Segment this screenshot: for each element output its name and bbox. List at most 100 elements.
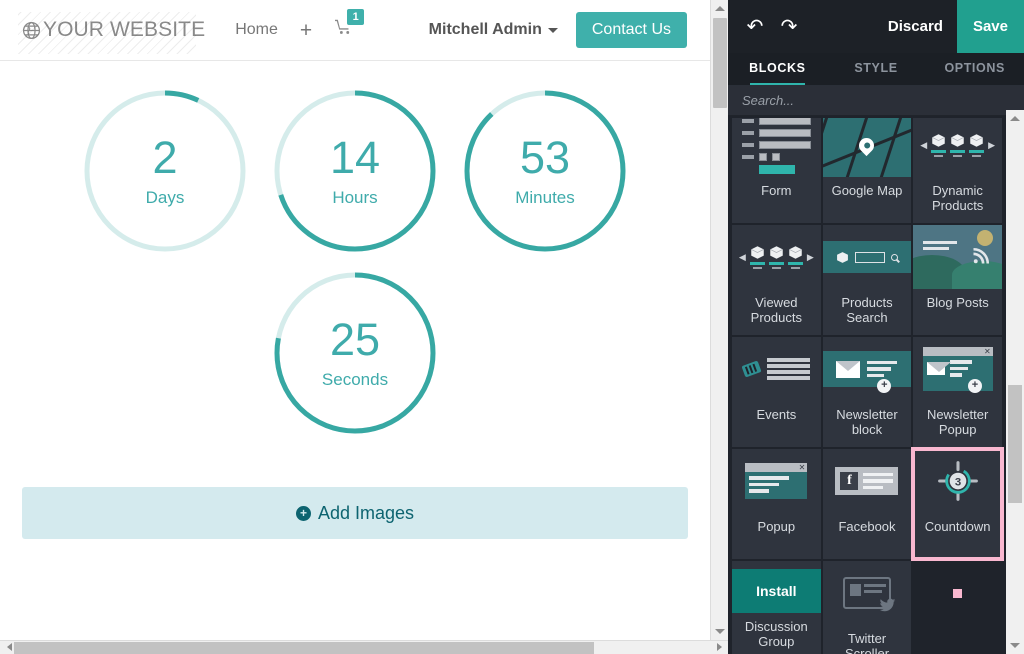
product-search-icon (822, 225, 912, 289)
scroll-right-arrow-icon[interactable] (710, 641, 728, 653)
block-label: Dynamic Products (932, 183, 984, 213)
redo-icon[interactable]: ↷ (772, 17, 806, 37)
countdown-hours-value: 14 (329, 131, 381, 183)
scroll-up-arrow-icon[interactable] (1006, 110, 1024, 127)
block-newsletter-popup[interactable]: ✕ + Newsletter Popup (913, 337, 1002, 447)
website-preview: YOUR WEBSITE Home + 1 Mitchell Admin Con… (0, 0, 710, 640)
tab-options[interactable]: OPTIONS (925, 53, 1024, 85)
countdown-target-icon: 3 (913, 449, 1002, 513)
editor-tabs: BLOCKS STYLE OPTIONS (728, 53, 1024, 86)
nav-right: Mitchell Admin Contact Us (429, 12, 687, 48)
block-countdown[interactable]: 3 Countdown (911, 447, 1004, 561)
preview-vertical-scroll-thumb[interactable] (713, 18, 727, 108)
undo-icon[interactable]: ↶ (738, 17, 772, 37)
site-brand[interactable]: YOUR WEBSITE (18, 12, 206, 54)
editor-vertical-scrollbar[interactable] (1006, 110, 1024, 654)
add-images-wrap: + Add Images (0, 487, 710, 539)
countdown-seconds-label: Seconds (321, 369, 389, 389)
install-button-icon: Install (732, 561, 821, 613)
block-twitter-scroller[interactable]: Twitter Scroller (822, 561, 912, 654)
product-carousel-icon: ◀ ▶ (913, 118, 1002, 177)
countdown-days-label: Days (145, 187, 185, 207)
countdown-minutes-label: Minutes (515, 187, 575, 207)
blog-rss-icon (913, 225, 1002, 289)
ticket-icon (732, 337, 821, 401)
countdown-row-bottom: 25 Seconds (0, 265, 710, 441)
add-images-label: Add Images (317, 502, 415, 523)
svg-text:3: 3 (954, 476, 960, 488)
drag-marker-icon (953, 588, 963, 598)
block-events[interactable]: Events (732, 337, 821, 447)
countdown-unit-minutes[interactable]: 53 Minutes (457, 83, 633, 259)
block-label: Events (756, 407, 797, 422)
block-facebook[interactable]: f Facebook (822, 449, 912, 559)
countdown-unit-seconds[interactable]: 25 Seconds (267, 265, 443, 441)
block-popup[interactable]: ✕ Popup (732, 449, 821, 559)
discard-button[interactable]: Discard (874, 0, 957, 53)
block-label: Blog Posts (926, 295, 989, 310)
plus-circle-icon: + (295, 505, 311, 521)
block-label: Newsletter block (836, 407, 898, 437)
block-label: Google Map (831, 183, 903, 198)
block-viewed-products[interactable]: ◀ ▶ Viewed Products (732, 225, 821, 335)
user-name: Mitchell Admin (428, 21, 542, 38)
cart-link[interactable]: 1 (334, 9, 365, 41)
nav-links: Home + 1 (235, 9, 365, 41)
blocks-grid: Form Google Map ◀ ▶ Dynamic Products ◀ ▶… (728, 118, 1006, 654)
product-carousel-icon: ◀ ▶ (732, 225, 821, 289)
block-label: Discussion Group (744, 619, 808, 649)
block-newsletter[interactable]: + Newsletter block (822, 337, 912, 447)
screen: YOUR WEBSITE Home + 1 Mitchell Admin Con… (0, 0, 1024, 654)
newsletter-icon: + (822, 337, 912, 401)
block-products-search[interactable]: Products Search (822, 225, 912, 335)
newsletter-popup-icon: ✕ + (913, 337, 1002, 401)
editor-toolbar: ↶ ↷ Discard Save (728, 0, 1024, 53)
contact-us-button[interactable]: Contact Us (575, 12, 687, 48)
block-form[interactable]: Form (732, 118, 821, 223)
scroll-up-arrow-icon[interactable] (711, 0, 729, 17)
block-google-map[interactable]: Google Map (822, 118, 912, 223)
add-images-button[interactable]: + Add Images (22, 487, 688, 539)
tab-style[interactable]: STYLE (827, 53, 926, 85)
facebook-icon: f (823, 449, 912, 513)
scroll-down-arrow-icon[interactable] (711, 623, 729, 640)
plus-badge-icon: + (877, 379, 892, 393)
install-button[interactable]: Install (732, 569, 821, 613)
user-menu[interactable]: Mitchell Admin (429, 21, 558, 39)
nav-item-home[interactable]: Home (235, 21, 278, 39)
editor-vertical-scroll-thumb[interactable] (1008, 385, 1022, 503)
block-label: Popup (757, 519, 796, 534)
add-page-plus-icon[interactable]: + (300, 20, 312, 41)
countdown-days-value: 2 (152, 131, 178, 183)
countdown-unit-hours[interactable]: 14 Hours (267, 83, 443, 259)
block-dynamic-products[interactable]: ◀ ▶ Dynamic Products (913, 118, 1002, 223)
scroll-down-arrow-icon[interactable] (1006, 637, 1024, 654)
block-label: Newsletter Popup (926, 407, 989, 437)
popup-window-icon: ✕ (732, 449, 821, 513)
countdown-hours-label: Hours (332, 187, 378, 207)
twitter-icon (823, 561, 912, 625)
block-blog-posts[interactable]: Blog Posts (913, 225, 1002, 335)
preview-vertical-scrollbar[interactable] (710, 0, 728, 640)
globe-icon (22, 21, 43, 40)
save-button[interactable]: Save (956, 0, 1024, 53)
block-drop-placeholder (913, 561, 1002, 654)
countdown-row-top: 2 Days 14 Hours 53 Minutes (0, 83, 710, 259)
brand-name: YOUR WEBSITE (43, 18, 206, 41)
preview-horizontal-scrollbar[interactable] (0, 640, 728, 654)
block-discussion-group[interactable]: Install Discussion Group (732, 561, 821, 654)
search-input[interactable] (740, 92, 1024, 109)
form-icon (732, 118, 821, 177)
tab-blocks[interactable]: BLOCKS (728, 53, 827, 85)
block-label: Facebook (838, 519, 896, 534)
website-editor-panel: ↶ ↷ Discard Save BLOCKS STYLE OPTIONS Se… (728, 0, 1024, 654)
site-navbar: YOUR WEBSITE Home + 1 Mitchell Admin Con… (0, 0, 710, 61)
countdown-snippet[interactable]: 2 Days 14 Hours 53 Minutes 25 Seconds (0, 61, 710, 441)
block-label: Twitter Scroller (844, 631, 890, 654)
preview-horizontal-scroll-thumb[interactable] (14, 642, 594, 654)
block-label: Form (761, 183, 792, 198)
countdown-unit-days[interactable]: 2 Days (77, 83, 253, 259)
blocks-search-bar (728, 86, 1024, 116)
block-label: Products Search (841, 295, 893, 325)
block-label: Countdown (924, 519, 991, 534)
